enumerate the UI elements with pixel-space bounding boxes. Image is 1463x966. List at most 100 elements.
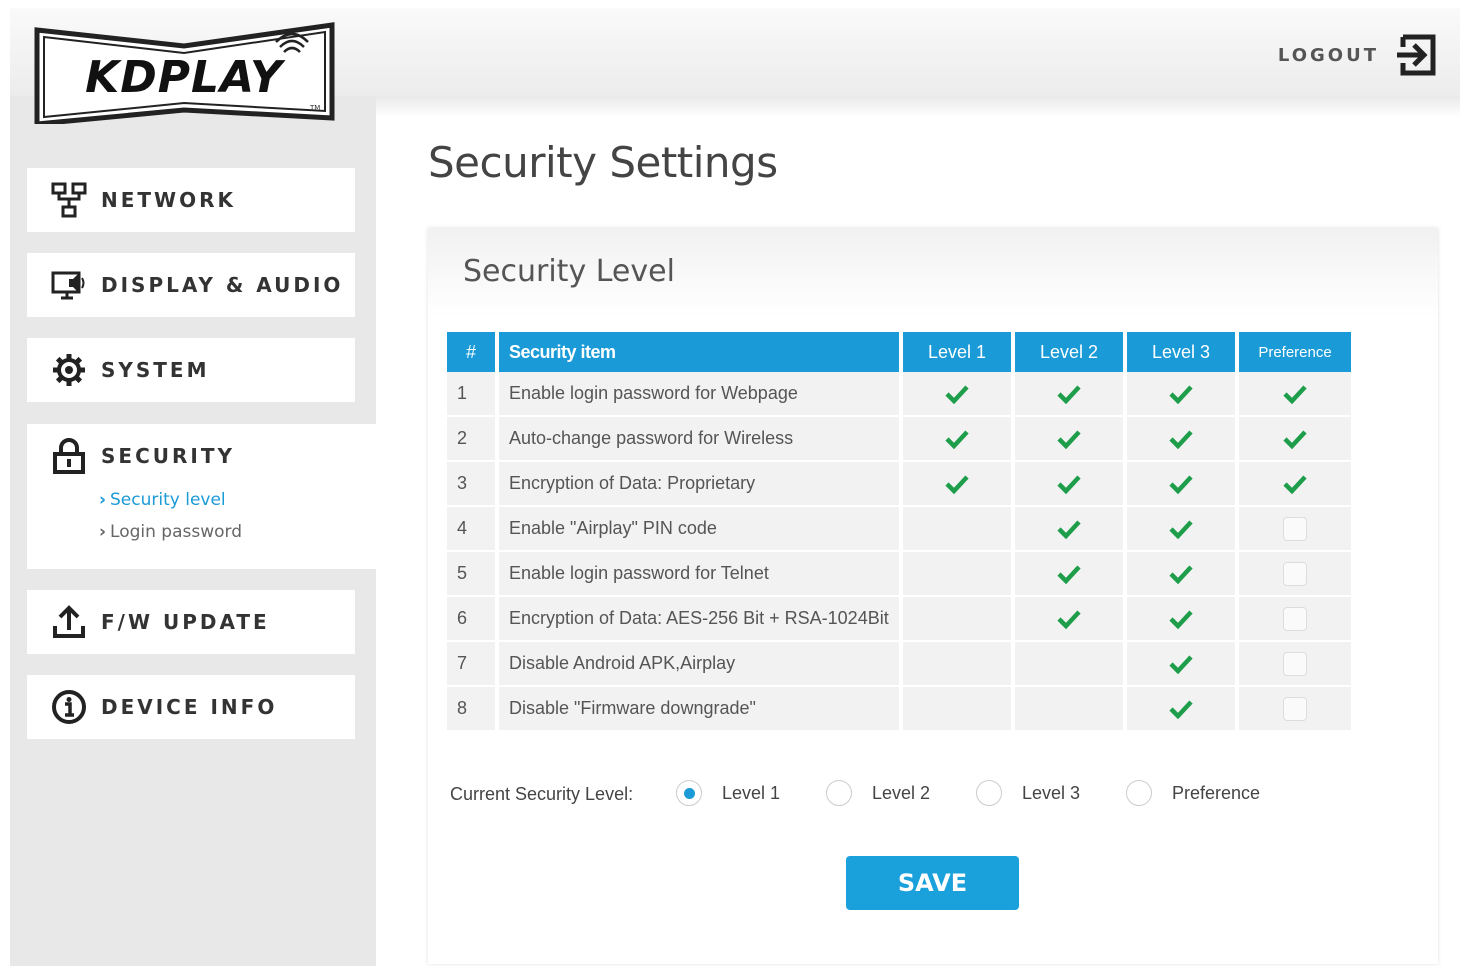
- preference-checkbox[interactable]: [1283, 516, 1307, 541]
- logout-button[interactable]: LOGOUT: [1278, 32, 1439, 78]
- table-row: 8 Disable "Firmware downgrade": [447, 687, 1351, 732]
- header-shadow: [376, 96, 1460, 118]
- preference-checkbox[interactable]: [1283, 561, 1307, 586]
- table-row: 5 Enable login password for Telnet: [447, 552, 1351, 597]
- checkmark-icon: [945, 385, 969, 405]
- security-item-label: Enable login password for Webpage: [499, 372, 903, 417]
- sidebar-item-label: DEVICE INFO: [101, 695, 278, 719]
- level-1-cell: [903, 597, 1015, 642]
- sidebar-item-label: SYSTEM: [101, 358, 210, 382]
- kdplay-logo: KDPLAY TM: [34, 22, 335, 124]
- table-row: 1 Enable login password for Webpage: [447, 372, 1351, 417]
- sidebar-item-label: DISPLAY & AUDIO: [101, 273, 344, 297]
- preference-checkbox[interactable]: [1283, 606, 1307, 631]
- checkmark-icon: [1057, 565, 1081, 585]
- chevron-right-icon: ›: [99, 490, 107, 510]
- radio-label: Level 3: [1022, 782, 1081, 803]
- sub-item-security-level[interactable]: › Security level: [99, 490, 226, 510]
- checkmark-icon: [1057, 520, 1081, 540]
- preference-checkbox[interactable]: [1283, 651, 1307, 676]
- current-security-level: Current Security Level: Level 1 Level 2 …: [450, 780, 1350, 810]
- level-2-cell: [1015, 462, 1127, 507]
- save-button[interactable]: SAVE: [846, 856, 1019, 910]
- level-2-cell: [1015, 642, 1127, 687]
- checkmark-icon: [1169, 700, 1193, 720]
- info-icon: [51, 689, 87, 725]
- svg-text:TM: TM: [309, 104, 320, 112]
- preference-checkbox[interactable]: [1283, 696, 1307, 721]
- sidebar-item-fw-update[interactable]: F/W UPDATE: [27, 590, 355, 654]
- radio-level-3[interactable]: Level 3: [976, 780, 1080, 806]
- page-title: Security Settings: [428, 138, 778, 187]
- lock-icon: [51, 438, 87, 474]
- network-icon: [51, 182, 87, 218]
- sub-item-label: Security level: [110, 490, 226, 510]
- upload-icon: [51, 604, 87, 640]
- checkmark-icon: [1169, 385, 1193, 405]
- chevron-right-icon: ›: [99, 522, 107, 542]
- table-row: 2 Auto-change password for Wireless: [447, 417, 1351, 462]
- sidebar-item-label: F/W UPDATE: [101, 610, 270, 634]
- radio-label: Level 2: [872, 782, 931, 803]
- preference-checkbox-checked[interactable]: [1239, 462, 1351, 507]
- level-3-cell: [1127, 417, 1239, 462]
- sidebar-item-network[interactable]: NETWORK: [27, 168, 355, 232]
- checkmark-icon: [1057, 475, 1081, 495]
- radio-level-1[interactable]: Level 1: [676, 780, 780, 806]
- security-level-panel: Security Level # Security item Level 1 L…: [428, 228, 1438, 964]
- checkmark-icon: [1283, 475, 1307, 495]
- level-1-cell: [903, 507, 1015, 552]
- radio-button[interactable]: [976, 780, 1002, 806]
- checkmark-icon: [1169, 430, 1193, 450]
- checkmark-icon: [1169, 475, 1193, 495]
- checkmark-icon: [1057, 430, 1081, 450]
- row-number: 3: [447, 462, 499, 507]
- sub-item-login-password[interactable]: › Login password: [99, 522, 242, 542]
- row-number: 1: [447, 372, 499, 417]
- level-1-cell: [903, 462, 1015, 507]
- preference-cell: [1239, 552, 1351, 597]
- row-number: 6: [447, 597, 499, 642]
- level-3-cell: [1127, 372, 1239, 417]
- checkmark-icon: [945, 430, 969, 450]
- table-row: 6 Encryption of Data: AES-256 Bit + RSA-1…: [447, 597, 1351, 642]
- security-item-label: Encryption of Data: AES-256 Bit + RSA-10…: [499, 597, 903, 642]
- level-2-cell: [1015, 507, 1127, 552]
- column-header-preference: Preference: [1239, 332, 1351, 372]
- checkmark-icon: [1057, 610, 1081, 630]
- radio-button[interactable]: [1126, 780, 1152, 806]
- level-3-cell: [1127, 552, 1239, 597]
- panel-title: Security Level: [463, 254, 675, 289]
- security-item-label: Disable "Firmware downgrade": [499, 687, 903, 732]
- checkmark-icon: [1283, 430, 1307, 450]
- security-item-label: Disable Android APK,Airplay: [499, 642, 903, 687]
- radio-level-2[interactable]: Level 2: [826, 780, 930, 806]
- preference-checkbox-checked[interactable]: [1239, 417, 1351, 462]
- level-2-cell: [1015, 597, 1127, 642]
- level-3-cell: [1127, 687, 1239, 732]
- preference-cell: [1239, 687, 1351, 732]
- sidebar-item-display-audio[interactable]: DISPLAY & AUDIO: [27, 253, 355, 317]
- radio-button[interactable]: [826, 780, 852, 806]
- security-item-label: Enable "Airplay" PIN code: [499, 507, 903, 552]
- level-2-cell: [1015, 417, 1127, 462]
- level-1-cell: [903, 687, 1015, 732]
- security-item-label: Encryption of Data: Proprietary: [499, 462, 903, 507]
- checkmark-icon: [1169, 655, 1193, 675]
- level-3-cell: [1127, 642, 1239, 687]
- radio-preference[interactable]: Preference: [1126, 780, 1260, 806]
- sidebar-item-label: NETWORK: [101, 188, 237, 212]
- level-1-cell: [903, 552, 1015, 597]
- preference-checkbox-checked[interactable]: [1239, 372, 1351, 417]
- security-item-label: Enable login password for Telnet: [499, 552, 903, 597]
- sidebar-item-device-info[interactable]: DEVICE INFO: [27, 675, 355, 739]
- level-2-cell: [1015, 552, 1127, 597]
- column-header-security-item: Security item: [499, 332, 903, 372]
- sidebar-security-header[interactable]: SECURITY: [51, 438, 235, 474]
- table-row: 3 Encryption of Data: Proprietary: [447, 462, 1351, 507]
- sidebar-item-system[interactable]: SYSTEM: [27, 338, 355, 402]
- radio-button[interactable]: [676, 780, 702, 806]
- row-number: 8: [447, 687, 499, 732]
- level-2-cell: [1015, 687, 1127, 732]
- checkmark-icon: [945, 475, 969, 495]
